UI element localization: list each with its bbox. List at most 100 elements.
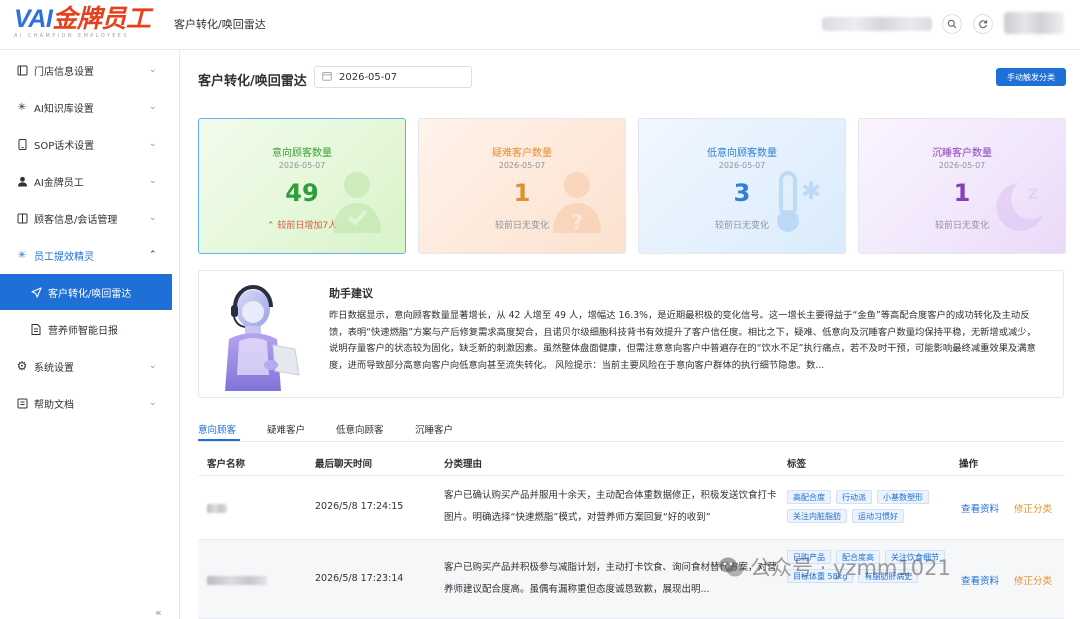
wechat-icon <box>719 557 743 577</box>
column-header-tags: 标签 <box>787 459 807 470</box>
wechat-watermark: 公众号 · yzmm1021 <box>718 552 951 582</box>
assistant-advice-panel: 助手建议 昨日数据显示，意向顾客数量显著增长，从 42 人增至 49 人，增幅达… <box>198 270 1064 398</box>
sparkle-icon: ✳ <box>17 101 27 113</box>
send-icon <box>30 286 42 298</box>
tag: 运动习惯好 <box>852 509 904 523</box>
chevron-down-icon: ⌄ <box>149 102 157 112</box>
customer-name-blurred <box>207 504 227 513</box>
app-logo[interactable]: VAI金牌员工 AI CHAMPION EMPLOYEES <box>14 5 164 39</box>
logo-tagline: AI CHAMPION EMPLOYEES <box>14 33 129 39</box>
refresh-icon <box>979 20 988 29</box>
view-profile-link[interactable]: 查看资料 <box>961 573 999 587</box>
sidebar-item-label: 帮助文档 <box>34 399 74 411</box>
robot-assistant-illustration <box>225 285 300 391</box>
header-title: 客户转化/唤回雷达 <box>174 18 266 31</box>
table-row[interactable]: 2026/5/8 17:24:15 客户已确认购买产品并服用十余天，主动配合体重… <box>198 476 1064 540</box>
sidebar-item-system-settings[interactable]: ⚙ 系统设置 ⌄ <box>0 348 180 384</box>
column-header-last-chat: 最后聊天时间 <box>315 459 373 470</box>
chevron-up-icon: ⌃ <box>149 250 157 260</box>
phone-icon <box>16 138 28 150</box>
card-title: 沉睡客户数量 <box>932 148 992 159</box>
customer-tabs: 意向顾客 疑难客户 低意向顾客 沉睡客户 <box>198 418 1064 442</box>
person-check-icon <box>333 172 381 233</box>
sidebar-item-conversion-radar[interactable]: 客户转化/唤回雷达 <box>0 274 172 310</box>
sidebar-item-sop-settings[interactable]: SOP话术设置 ⌄ <box>0 126 180 162</box>
sidebar-item-daily-report[interactable]: 营养师智能日报 <box>0 311 180 347</box>
sidebar-item-label: AI金牌员工 <box>34 177 84 189</box>
column-header-actions: 操作 <box>959 459 979 470</box>
advice-body: 昨日数据显示，意向顾客数量显著增长，从 42 人增至 49 人，增幅达 16.3… <box>329 310 1036 371</box>
arrow-up-icon: ⌃ <box>266 221 275 231</box>
collapse-sidebar-icon[interactable]: « <box>155 606 162 619</box>
card-dormant-customers[interactable]: 沉睡客户数量 2026-05-07 1 较前日无变化 Z <box>858 118 1066 254</box>
classification-reason: 客户已确认购买产品并服用十余天，主动配合体重数据修正，积极发送饮食打卡图片。明确… <box>444 490 777 523</box>
sidebar-item-store-settings[interactable]: 门店信息设置 ⌄ <box>0 52 180 88</box>
calendar-icon <box>322 71 332 84</box>
tab-intent-customers[interactable]: 意向顾客 <box>198 422 236 436</box>
user-info-blurred <box>822 17 932 31</box>
card-low-intent-customers[interactable]: 低意向顾客数量 2026-05-07 3 较前日无变化 ✱ <box>638 118 846 254</box>
book-icon <box>16 212 28 224</box>
card-difficult-customers[interactable]: 疑难客户数量 2026-05-07 1 较前日无变化 ? <box>418 118 626 254</box>
advice-title: 助手建议 <box>329 287 373 300</box>
fix-category-link[interactable]: 修正分类 <box>1014 573 1052 587</box>
date-value: 2026-05-07 <box>339 71 398 83</box>
chevron-down-icon: ⌄ <box>149 361 157 371</box>
sidebar-item-label: 顾客信息/会话管理 <box>34 214 118 226</box>
search-button[interactable] <box>942 14 962 34</box>
date-picker[interactable]: 2026-05-07 <box>314 66 472 88</box>
document-icon <box>30 323 42 335</box>
svg-text:?: ? <box>571 210 583 234</box>
page-title: 客户转化/唤回雷达 <box>198 74 307 89</box>
card-title: 疑难客户数量 <box>492 148 552 159</box>
sidebar-item-ai-knowledge[interactable]: ✳ AI知识库设置 ⌄ <box>0 89 180 125</box>
sidebar-item-customer-info[interactable]: 顾客信息/会话管理 ⌄ <box>0 200 180 236</box>
tag: 小基数塑形 <box>877 490 929 504</box>
last-chat-time: 2026/5/8 17:24:15 <box>315 501 404 512</box>
gear-icon: ⚙ <box>16 359 28 373</box>
chevron-down-icon: ⌄ <box>149 213 157 223</box>
sidebar-item-label: 门店信息设置 <box>34 66 94 78</box>
sidebar-item-efficiency-sprite[interactable]: ✳ 员工提效精灵 ⌃ <box>0 237 180 273</box>
chevron-down-icon: ⌄ <box>149 139 157 149</box>
sidebar-item-label: AI知识库设置 <box>34 103 94 115</box>
person-question-icon: ? <box>553 172 601 234</box>
view-profile-link[interactable]: 查看资料 <box>961 501 999 515</box>
chevron-down-icon: ⌄ <box>149 65 157 75</box>
tab-dormant-customers[interactable]: 沉睡客户 <box>415 422 453 436</box>
active-tab-indicator <box>198 439 240 441</box>
content-panel: 客户转化/唤回雷达 2026-05-07 手动触发分类 意向顾客数量 2026-… <box>180 50 1080 619</box>
card-title: 低意向顾客数量 <box>707 148 777 159</box>
sidebar-item-label: 员工提效精灵 <box>34 251 94 263</box>
fix-category-link[interactable]: 修正分类 <box>1014 501 1052 515</box>
sidebar-item-label: 营养师智能日报 <box>48 325 118 337</box>
tab-difficult-customers[interactable]: 疑难客户 <box>267 422 305 436</box>
store-icon <box>16 64 28 76</box>
tag: 高配合度 <box>787 490 831 504</box>
sidebar: 门店信息设置 ⌄ ✳ AI知识库设置 ⌄ SOP话术设置 ⌄ AI金牌员工 ⌄ … <box>0 50 180 619</box>
column-header-name: 客户名称 <box>207 459 246 470</box>
refresh-button[interactable] <box>973 14 993 34</box>
search-icon <box>947 19 957 29</box>
user-avatar-blurred[interactable] <box>1004 12 1064 34</box>
tag: 行动派 <box>836 490 872 504</box>
column-header-reason: 分类理由 <box>444 459 483 470</box>
tag-list: 高配合度 行动派 小基数塑形 关注内脏脂肪 运动习惯好 <box>787 490 945 523</box>
card-intent-customers[interactable]: 意向顾客数量 2026-05-07 49 ⌃ 较前日增加7人 <box>198 118 406 254</box>
manual-classify-button[interactable]: 手动触发分类 <box>996 68 1066 86</box>
sparkle-icon: ✳ <box>17 249 27 261</box>
table-header: 客户名称 最后聊天时间 分类理由 标签 操作 <box>198 448 1064 476</box>
tab-low-intent-customers[interactable]: 低意向顾客 <box>336 422 384 436</box>
svg-text:✱: ✱ <box>801 177 821 205</box>
last-chat-time: 2026/5/8 17:23:14 <box>315 573 404 584</box>
logo-wordmark: VAI金牌员工 <box>14 5 151 33</box>
sidebar-item-help-docs[interactable]: 帮助文档 ⌄ <box>0 385 180 421</box>
moon-sleep-icon: Z <box>996 183 1043 231</box>
tag: 关注内脏脂肪 <box>787 509 847 523</box>
book-icon <box>16 397 28 409</box>
sidebar-item-ai-employee[interactable]: AI金牌员工 ⌄ <box>0 163 180 199</box>
svg-text:Z: Z <box>1028 187 1038 203</box>
sidebar-item-label: SOP话术设置 <box>34 140 95 152</box>
chevron-down-icon: ⌄ <box>149 398 157 408</box>
main-content: 客户转化/唤回雷达 2026-05-07 手动触发分类 意向顾客数量 2026-… <box>180 50 1080 619</box>
